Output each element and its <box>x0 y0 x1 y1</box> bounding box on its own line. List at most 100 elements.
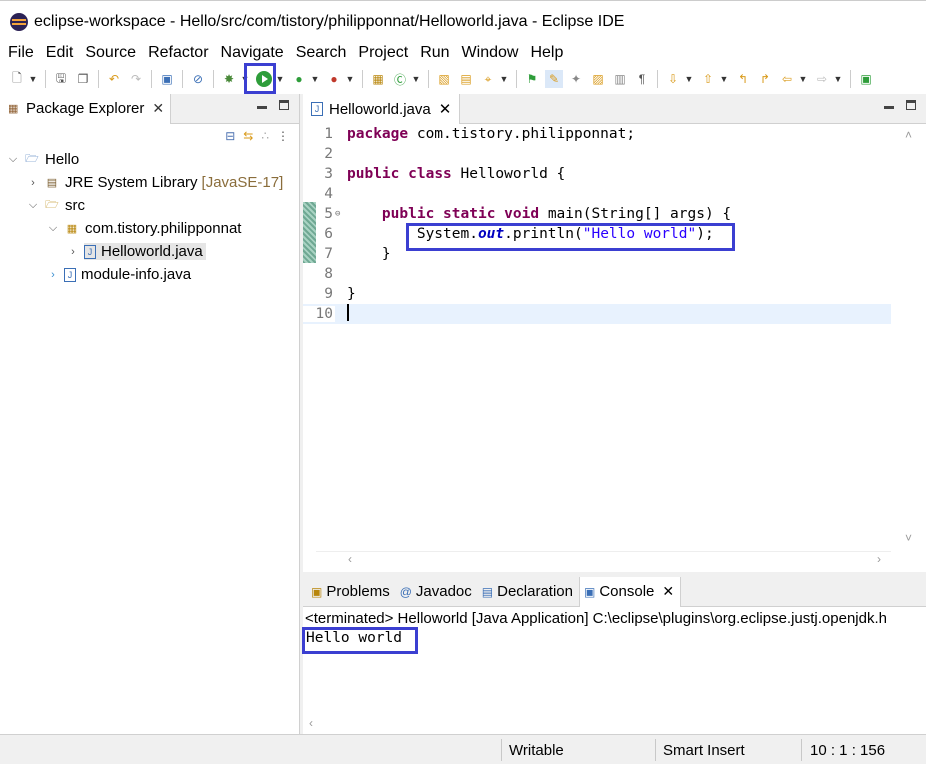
line-number: 10 <box>303 306 335 322</box>
fold-collapse-icon[interactable]: ⊖ <box>335 209 343 219</box>
menu-refactor[interactable]: Refactor <box>142 44 214 62</box>
maximize-icon[interactable] <box>906 100 916 110</box>
menu-source[interactable]: Source <box>79 44 142 62</box>
menu-search[interactable]: Search <box>290 44 353 62</box>
previous-annotation-icon[interactable]: ⇧ <box>699 70 717 88</box>
back-icon[interactable]: ⇦ <box>778 70 796 88</box>
tab-helloworld-java[interactable]: J Helloworld.java ✕ <box>303 94 461 124</box>
new-class-dropdown-icon[interactable]: ▼ <box>411 70 421 88</box>
forward-icon[interactable]: ⇨ <box>813 70 831 88</box>
external-tools-icon[interactable]: ● <box>325 70 343 88</box>
close-icon[interactable]: ✕ <box>152 100 164 117</box>
open-task-icon[interactable]: ▤ <box>457 70 475 88</box>
save-all-icon[interactable]: ❐ <box>74 70 92 88</box>
pilcrow-icon[interactable]: ¶ <box>633 70 651 88</box>
tree-item-jre[interactable]: › ▤ JRE System Library [JavaSE-17] <box>0 171 299 194</box>
view-menu-icon[interactable]: ⋮ <box>277 129 289 143</box>
close-icon[interactable]: ✕ <box>662 583 674 600</box>
last-edit-icon[interactable]: ↰ <box>734 70 752 88</box>
search-icon[interactable]: ⌖ <box>479 70 497 88</box>
jre-version-decoration: [JavaSE-17] <box>201 174 284 191</box>
close-icon[interactable]: ✕ <box>439 100 452 118</box>
debug-icon[interactable]: ✸ <box>220 70 238 88</box>
tab-console[interactable]: ▣ Console ✕ <box>578 576 682 607</box>
toolbar-separator <box>151 70 152 88</box>
console-horizontal-scrollbar[interactable]: ‹ <box>303 716 926 734</box>
maximize-icon[interactable] <box>279 100 289 110</box>
tab-package-explorer[interactable]: ▦ Package Explorer ✕ <box>0 93 172 124</box>
last-edit-forward-icon[interactable]: ↱ <box>756 70 774 88</box>
code-line: 5 ⊖ public static void main(String[] args… <box>303 204 891 224</box>
chevron-down-icon[interactable]: ⌵ <box>6 153 20 166</box>
chevron-right-icon[interactable]: › <box>26 177 40 189</box>
status-insert-mode[interactable]: Smart Insert <box>663 735 745 764</box>
search-dropdown-icon[interactable]: ▼ <box>499 70 509 88</box>
package-explorer-tab-label: Package Explorer <box>26 100 145 117</box>
new-icon[interactable]: 🗋 <box>8 70 26 88</box>
forward-dropdown-icon[interactable]: ▼ <box>833 70 843 88</box>
previous-annotation-dropdown-icon[interactable]: ▼ <box>719 70 729 88</box>
status-cursor-position[interactable]: 10 : 1 : 156 <box>810 735 885 764</box>
chevron-down-icon[interactable]: ⌵ <box>26 199 40 212</box>
link-with-editor-icon[interactable]: ⇆ <box>243 129 253 143</box>
tree-item-package[interactable]: ⌵ ▦ com.tistory.philipponnat <box>0 217 299 240</box>
scroll-right-icon[interactable]: › <box>877 552 881 566</box>
code-editor[interactable]: 1 package com.tistory.philipponnat; 2 3 … <box>303 124 891 549</box>
block-selection-icon[interactable]: ▨ <box>589 70 607 88</box>
word-wrap-icon[interactable]: ✦ <box>567 70 585 88</box>
chevron-down-icon[interactable]: ⌵ <box>46 222 60 235</box>
coverage-icon[interactable]: ● <box>290 70 308 88</box>
code-text: main(String[] args) { <box>539 206 732 222</box>
menu-edit[interactable]: Edit <box>40 44 80 62</box>
coverage-dropdown-icon[interactable]: ▼ <box>310 70 320 88</box>
undo-icon[interactable]: ↶ <box>105 70 123 88</box>
show-whitespace-icon[interactable]: ▥ <box>611 70 629 88</box>
editor-horizontal-scrollbar[interactable]: ‹ › <box>316 551 891 569</box>
console-output-area[interactable]: Hello world <box>302 627 903 715</box>
line-number: 5 <box>324 206 333 222</box>
menu-project[interactable]: Project <box>352 44 414 62</box>
chevron-right-icon[interactable]: › <box>66 246 80 258</box>
run-dropdown-icon[interactable]: ▼ <box>275 70 285 88</box>
mark-occurrences-icon[interactable]: ✎ <box>545 70 563 88</box>
tree-item-src[interactable]: ⌵ 🗁 src <box>0 194 299 217</box>
scroll-down-icon[interactable]: ˅ <box>905 531 912 545</box>
scroll-up-icon[interactable]: ˄ <box>905 128 912 142</box>
terminal-icon[interactable]: ▣ <box>158 70 176 88</box>
new-java-package-icon[interactable]: ▦ <box>369 70 387 88</box>
skip-breakpoints-icon[interactable]: ⊘ <box>189 70 207 88</box>
tree-item-project[interactable]: ⌵ 🗁 Hello <box>0 148 299 171</box>
tree-item-module-info[interactable]: › J module-info.java <box>0 263 299 286</box>
next-annotation-icon[interactable]: ⇩ <box>664 70 682 88</box>
tree-item-helloworld-java[interactable]: › J Helloworld.java <box>0 240 299 263</box>
editor-vertical-scrollbar[interactable]: ˄ ˅ <box>891 124 926 549</box>
scroll-left-icon[interactable]: ‹ <box>309 716 313 730</box>
toggle-breadcrumb-icon[interactable]: ⚑ <box>523 70 541 88</box>
next-annotation-dropdown-icon[interactable]: ▼ <box>684 70 694 88</box>
tree-item-label: src <box>65 197 85 214</box>
open-type-icon[interactable]: ▧ <box>435 70 453 88</box>
collapse-all-icon[interactable]: ⊟ <box>225 129 235 143</box>
menu-navigate[interactable]: Navigate <box>215 44 290 62</box>
code-line: 3 public class Helloworld { <box>303 164 891 184</box>
menu-run[interactable]: Run <box>414 44 455 62</box>
tab-declaration[interactable]: ▤ Declaration <box>478 577 579 607</box>
external-tools-dropdown-icon[interactable]: ▼ <box>345 70 355 88</box>
save-icon[interactable]: 🖫 <box>52 70 70 88</box>
tab-javadoc[interactable]: @ Javadoc <box>396 577 478 607</box>
code-line: 9 } <box>303 284 891 304</box>
new-java-class-icon[interactable]: Ⓒ <box>391 70 409 88</box>
scroll-left-icon[interactable]: ‹ <box>348 552 352 566</box>
redo-icon[interactable]: ↷ <box>127 70 145 88</box>
minimize-icon[interactable] <box>257 106 267 109</box>
chevron-right-icon[interactable]: › <box>46 269 60 281</box>
menu-window[interactable]: Window <box>456 44 525 62</box>
menu-file[interactable]: File <box>2 44 40 62</box>
open-perspective-icon[interactable]: ▣ <box>857 70 875 88</box>
minimize-icon[interactable] <box>884 106 894 109</box>
new-dropdown-icon[interactable]: ▼ <box>28 70 38 88</box>
tab-problems[interactable]: ▣ Problems <box>307 577 396 607</box>
back-dropdown-icon[interactable]: ▼ <box>798 70 808 88</box>
filters-icon[interactable]: ∴ <box>261 129 269 143</box>
menu-help[interactable]: Help <box>524 44 569 62</box>
